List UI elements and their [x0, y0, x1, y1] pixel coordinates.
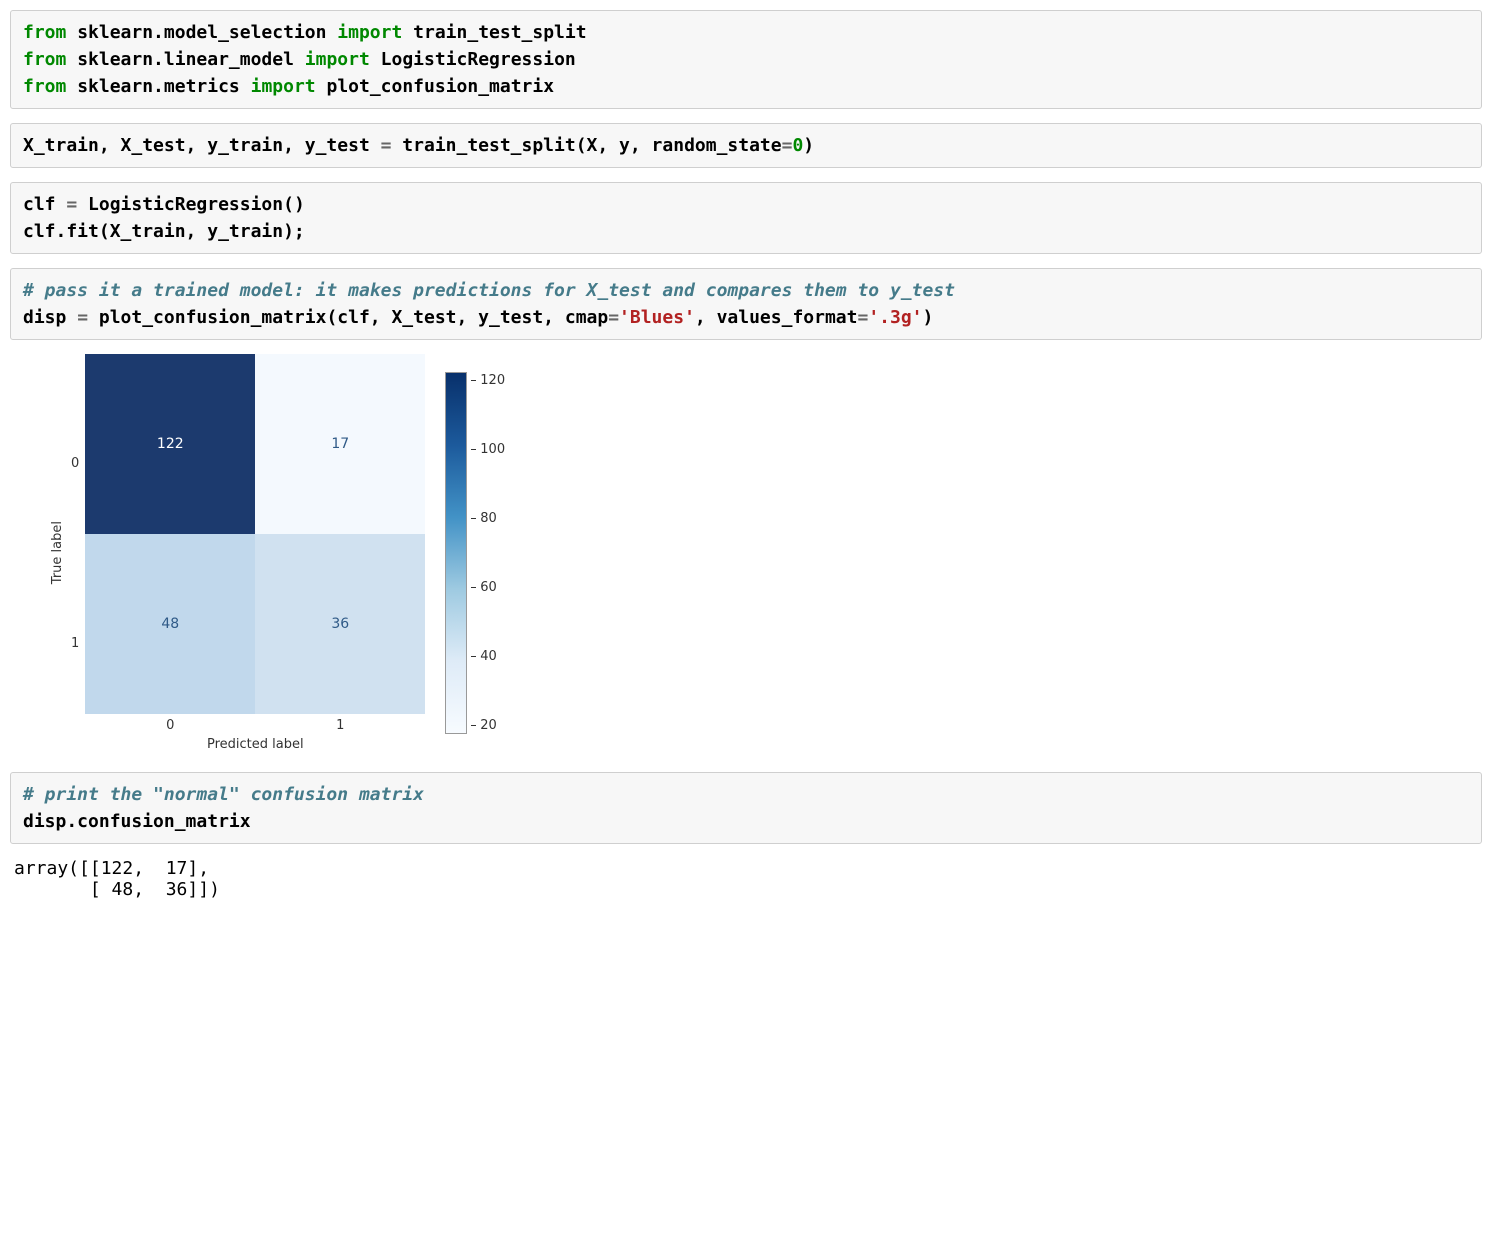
- cm-cell: 36: [255, 534, 425, 714]
- cm-xtick: 1: [336, 718, 344, 733]
- cm-cell-value: 36: [331, 616, 349, 632]
- output-figure: True label 0 1 122 17 48 36 0 1 Predicte…: [30, 354, 1482, 752]
- kw-import: import: [337, 22, 402, 43]
- code-cell-2: X_train, X_test, y_train, y_test = train…: [10, 123, 1482, 168]
- cm-ylabel: True label: [50, 521, 65, 584]
- code-text: X_train, X_test, y_train, y_test: [23, 135, 381, 156]
- import-name: train_test_split: [413, 22, 586, 43]
- str-literal: 'Blues': [619, 307, 695, 328]
- cm-cell: 17: [255, 354, 425, 534]
- op-eq: =: [66, 194, 77, 215]
- code-text: train_test_split(X, y, random_state: [391, 135, 781, 156]
- cm-left-axis: True label 0 1: [50, 373, 85, 733]
- str-literal: '.3g': [868, 307, 922, 328]
- op-eq: =: [857, 307, 868, 328]
- cm-colorbar-wrap: 120 100 80 60 40 20: [445, 372, 505, 734]
- num-literal: 0: [792, 135, 803, 156]
- module: sklearn.linear_model: [77, 49, 294, 70]
- cm-xtick: 0: [166, 718, 174, 733]
- code-text: , values_format: [695, 307, 858, 328]
- comment: # print the "normal" confusion matrix: [23, 784, 424, 805]
- cm-cb-tick: 60: [471, 580, 505, 595]
- output-text: array([[122, 17], [ 48, 36]]): [14, 858, 1482, 900]
- cm-xlabel: Predicted label: [207, 737, 304, 752]
- cm-ytick: 0: [71, 456, 79, 471]
- cm-cb-tick: 40: [471, 649, 505, 664]
- code-text: LogisticRegression(): [77, 194, 305, 215]
- code-cell-1: from sklearn.model_selection import trai…: [10, 10, 1482, 109]
- paren-close: ): [923, 307, 934, 328]
- op-eq: =: [381, 135, 392, 156]
- cm-cb-tick: 120: [471, 373, 505, 388]
- cm-cell-value: 17: [331, 436, 349, 452]
- cm-cb-tick: 80: [471, 511, 505, 526]
- cm-colorbar: [445, 372, 467, 734]
- op-eq: =: [782, 135, 793, 156]
- import-name: plot_confusion_matrix: [326, 76, 554, 97]
- code-cell-3: clf = LogisticRegression() clf.fit(X_tra…: [10, 182, 1482, 254]
- code-cell-4: # pass it a trained model: it makes pred…: [10, 268, 1482, 340]
- code-text: clf: [23, 194, 66, 215]
- code-text: disp: [23, 307, 77, 328]
- cm-colorbar-ticks: 120 100 80 60 40 20: [471, 373, 505, 733]
- kw-from: from: [23, 22, 66, 43]
- cm-cb-tick: 100: [471, 442, 505, 457]
- cm-cell-value: 48: [161, 616, 179, 632]
- module: sklearn.metrics: [77, 76, 240, 97]
- cm-xticks: 0 1: [85, 718, 425, 733]
- kw-import: import: [251, 76, 316, 97]
- cm-cell-value: 122: [157, 436, 184, 452]
- op-eq: =: [77, 307, 88, 328]
- cm-cb-tick: 20: [471, 718, 505, 733]
- code-text: disp.confusion_matrix: [23, 811, 251, 832]
- comment: # pass it a trained model: it makes pred…: [23, 280, 955, 301]
- confusion-matrix-plot: True label 0 1 122 17 48 36 0 1 Predicte…: [50, 354, 1482, 752]
- code-text: clf.fit(X_train, y_train);: [23, 221, 305, 242]
- import-name: LogisticRegression: [381, 49, 576, 70]
- kw-import: import: [305, 49, 370, 70]
- cm-yticks: 0 1: [71, 373, 79, 733]
- kw-from: from: [23, 49, 66, 70]
- cm-body: 122 17 48 36 0 1 Predicted label: [85, 354, 425, 752]
- cm-cell: 122: [85, 354, 255, 534]
- code-text: plot_confusion_matrix(clf, X_test, y_tes…: [88, 307, 608, 328]
- cm-grid: 122 17 48 36: [85, 354, 425, 714]
- cm-ytick: 1: [71, 636, 79, 651]
- module: sklearn.model_selection: [77, 22, 326, 43]
- code-cell-5: # print the "normal" confusion matrix di…: [10, 772, 1482, 844]
- op-eq: =: [608, 307, 619, 328]
- cm-cell: 48: [85, 534, 255, 714]
- paren-close: ): [803, 135, 814, 156]
- kw-from: from: [23, 76, 66, 97]
